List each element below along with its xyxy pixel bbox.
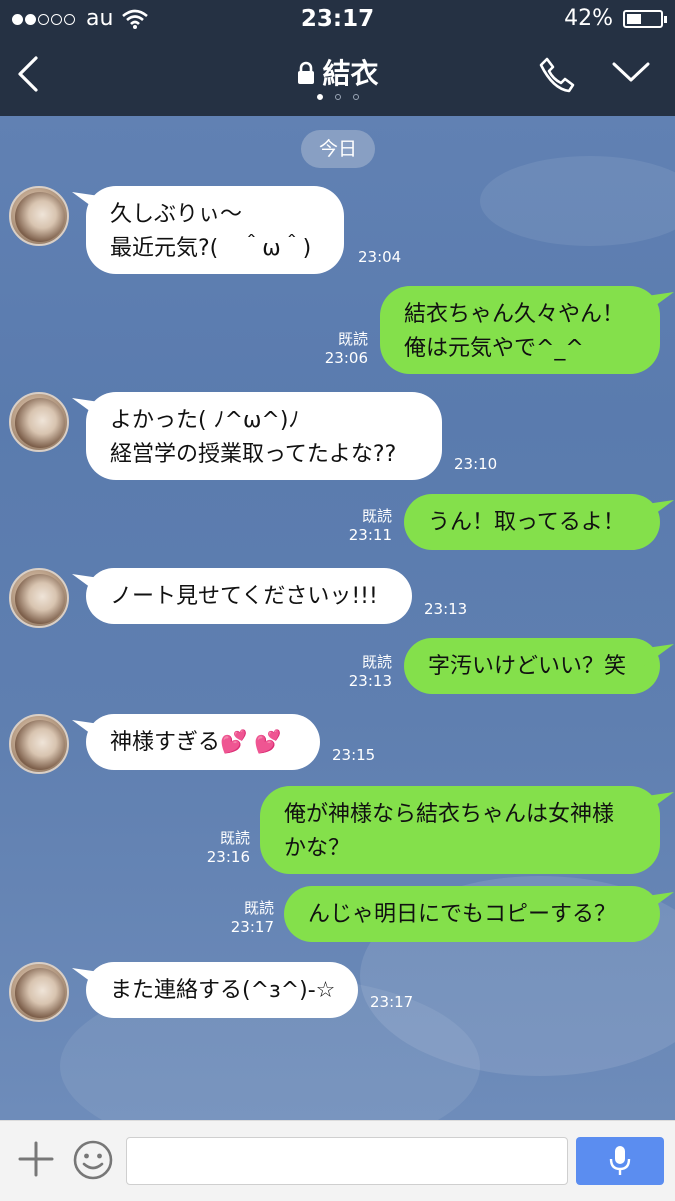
microphone-icon bbox=[609, 1146, 631, 1175]
message-time: 23:16 bbox=[206, 848, 250, 866]
read-receipt: 既読 bbox=[337, 330, 368, 348]
lock-icon bbox=[298, 61, 315, 84]
message-time: 23:17 bbox=[370, 993, 414, 1011]
message-time: 23:13 bbox=[348, 672, 392, 690]
message-time: 23:15 bbox=[332, 746, 376, 764]
smiley-icon[interactable] bbox=[72, 1139, 114, 1181]
message-line: かな？ bbox=[284, 836, 351, 861]
background-cloud bbox=[480, 156, 675, 246]
chat-header: 結衣 bbox=[0, 38, 675, 116]
incoming-message[interactable]: また連絡する(^з^)-☆ bbox=[86, 962, 358, 1018]
avatar[interactable] bbox=[9, 186, 69, 246]
read-receipt: 既読 bbox=[361, 653, 392, 671]
message-line: よかった( ﾉ^ω^)ﾉ bbox=[110, 408, 300, 433]
page-indicator bbox=[0, 94, 675, 100]
battery-percentage: 42% bbox=[564, 6, 613, 31]
incoming-message[interactable]: 久しぶりぃ〜 最近元気?( ＾ω＾) bbox=[86, 186, 344, 274]
message-input[interactable] bbox=[126, 1137, 568, 1185]
chat-title-text: 結衣 bbox=[322, 57, 379, 90]
outgoing-message[interactable]: うん！取ってるよ！ bbox=[404, 494, 660, 550]
message-line: 久しぶりぃ〜 bbox=[110, 202, 243, 227]
phone-call-icon[interactable] bbox=[538, 56, 576, 94]
message-line: 神様すぎる💕 💕 bbox=[110, 730, 282, 755]
message-line: 最近元気?( ＾ω＾) bbox=[110, 236, 312, 261]
message-line: うん！取ってるよ！ bbox=[428, 510, 625, 535]
message-line: 俺が神様なら結衣ちゃんは女神様 bbox=[284, 802, 615, 827]
chevron-down-icon[interactable] bbox=[612, 60, 650, 84]
page-dot bbox=[316, 94, 323, 100]
message-line: また連絡する(^з^)-☆ bbox=[110, 978, 336, 1003]
message-line: ノート見せてくださいッ!!! bbox=[110, 584, 378, 609]
read-receipt: 既読 bbox=[361, 507, 392, 525]
message-time: 23:17 bbox=[230, 918, 274, 936]
read-receipt: 既読 bbox=[243, 899, 274, 917]
message-line: んじゃ明日にでもコピーする？ bbox=[308, 902, 617, 927]
avatar[interactable] bbox=[9, 568, 69, 628]
incoming-message[interactable]: 神様すぎる💕 💕 bbox=[86, 714, 320, 770]
message-input-bar bbox=[0, 1120, 675, 1201]
message-line: 経営学の授業取ってたよな?? bbox=[110, 442, 397, 467]
message-time: 23:06 bbox=[324, 349, 368, 367]
incoming-message[interactable]: ノート見せてくださいッ!!! bbox=[86, 568, 412, 624]
message-line: 結衣ちゃん久々やん！ bbox=[404, 302, 625, 327]
page-dot bbox=[334, 94, 341, 100]
avatar[interactable] bbox=[9, 392, 69, 452]
outgoing-message[interactable]: 結衣ちゃん久々やん！ 俺は元気やで^_^ bbox=[380, 286, 660, 374]
status-bar: au 23:17 42% bbox=[0, 0, 675, 38]
outgoing-message[interactable]: 俺が神様なら結衣ちゃんは女神様 かな？ bbox=[260, 786, 660, 874]
incoming-message[interactable]: よかった( ﾉ^ω^)ﾉ 経営学の授業取ってたよな?? bbox=[86, 392, 442, 480]
date-separator: 今日 bbox=[301, 130, 375, 168]
top-bar: au 23:17 42% 結衣 bbox=[0, 0, 675, 116]
read-receipt: 既読 bbox=[219, 829, 250, 847]
message-time: 23:13 bbox=[424, 600, 468, 618]
chat-area[interactable]: 今日 久しぶりぃ〜 最近元気?( ＾ω＾) 23:04 既読 23:06 結衣ち… bbox=[0, 116, 675, 1120]
message-time: 23:04 bbox=[358, 248, 402, 266]
message-line: 字汚いけどいい？笑 bbox=[428, 654, 627, 679]
message-line: 俺は元気やで^_^ bbox=[404, 336, 584, 361]
outgoing-message[interactable]: 字汚いけどいい？笑 bbox=[404, 638, 660, 694]
outgoing-message[interactable]: んじゃ明日にでもコピーする？ bbox=[284, 886, 660, 942]
page-dot bbox=[352, 94, 359, 100]
avatar[interactable] bbox=[9, 962, 69, 1022]
battery-icon bbox=[623, 10, 667, 28]
plus-icon[interactable] bbox=[18, 1141, 54, 1177]
voice-message-button[interactable] bbox=[576, 1137, 664, 1185]
message-time: 23:10 bbox=[454, 455, 498, 473]
message-time: 23:11 bbox=[348, 526, 392, 544]
avatar[interactable] bbox=[9, 714, 69, 774]
